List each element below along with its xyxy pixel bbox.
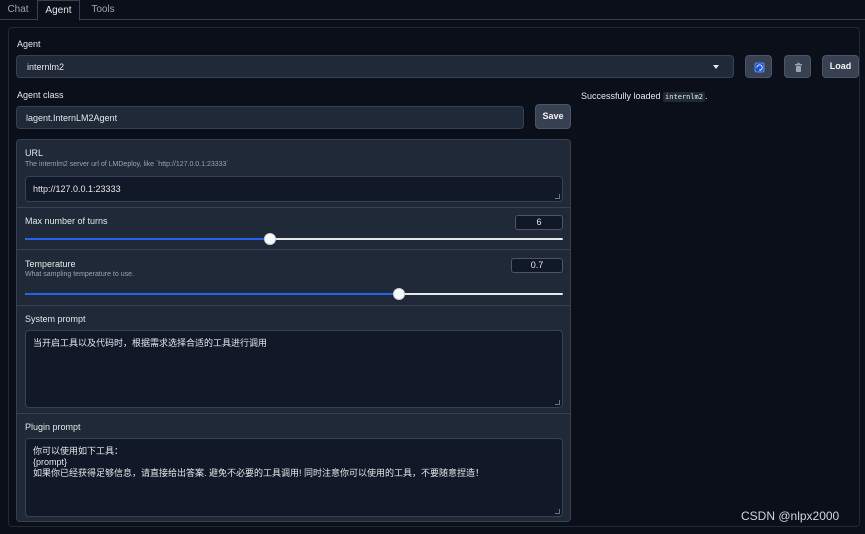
resize-handle-icon[interactable] xyxy=(555,400,560,405)
watermark: CSDN @nlpx2000 xyxy=(741,509,840,523)
max-turns-thumb[interactable] xyxy=(263,233,276,245)
agent-label: Agent xyxy=(17,39,41,49)
temperature-block: Temperature What sampling temperature to… xyxy=(17,250,570,306)
tab-bar: Chat Agent Tools xyxy=(0,0,865,21)
delete-button[interactable] xyxy=(784,55,811,78)
resize-handle-icon[interactable] xyxy=(555,509,560,514)
url-label: URL xyxy=(25,148,44,158)
tab-agent[interactable]: Agent xyxy=(37,0,80,21)
url-hint: The internlm2 server url of LMDeploy, li… xyxy=(25,161,229,168)
agent-class-label: Agent class xyxy=(17,90,64,100)
chevron-down-icon xyxy=(713,65,719,69)
status-message: Successfully loaded internlm2. xyxy=(581,91,708,102)
agent-class-value: lagent.InternLM2Agent xyxy=(26,113,118,123)
status-agent-name: internlm2 xyxy=(663,92,705,102)
status-text: Successfully loaded xyxy=(581,91,664,101)
max-turns-block: Max number of turns 6 xyxy=(17,208,570,250)
max-turns-label: Max number of turns xyxy=(25,216,108,226)
max-turns-fill xyxy=(25,238,270,240)
temperature-number[interactable]: 0.7 xyxy=(511,258,563,273)
system-prompt-input[interactable]: 当开启工具以及代码时，根据需求选择合适的工具进行调用 xyxy=(25,330,563,408)
tab-tools[interactable]: Tools xyxy=(84,0,122,20)
system-prompt-value: 当开启工具以及代码时，根据需求选择合适的工具进行调用 xyxy=(33,338,268,348)
resize-handle-icon[interactable] xyxy=(555,194,560,199)
temperature-fill xyxy=(25,293,400,295)
refresh-button[interactable] xyxy=(745,55,772,78)
refresh-icon xyxy=(754,62,765,73)
max-turns-slider[interactable] xyxy=(25,233,563,245)
temperature-slider[interactable] xyxy=(25,288,563,300)
max-turns-number[interactable]: 6 xyxy=(515,215,563,230)
agent-select[interactable]: internlm2 xyxy=(16,55,734,78)
system-prompt-block: System prompt 当开启工具以及代码时，根据需求选择合适的工具进行调用 xyxy=(17,306,570,414)
plugin-prompt-label: Plugin prompt xyxy=(25,422,81,432)
app-window: Chat Agent Tools Agent internlm2 Load Ag… xyxy=(0,0,865,534)
url-value: http://127.0.0.1:23333 xyxy=(33,184,121,194)
load-button[interactable]: Load xyxy=(822,55,859,78)
agent-class-input[interactable]: lagent.InternLM2Agent xyxy=(16,106,524,129)
temperature-label: Temperature xyxy=(25,259,76,269)
tab-chat[interactable]: Chat xyxy=(0,0,36,20)
system-prompt-label: System prompt xyxy=(25,314,86,324)
plugin-prompt-value: 你可以使用如下工具： {prompt} 如果你已经获得足够信息，请直接给出答案.… xyxy=(33,446,485,478)
agent-select-value: internlm2 xyxy=(27,62,65,72)
url-block: URL The internlm2 server url of LMDeploy… xyxy=(17,140,570,208)
plugin-prompt-block: Plugin prompt 你可以使用如下工具： {prompt} 如果你已经获… xyxy=(17,414,570,521)
url-input[interactable]: http://127.0.0.1:23333 xyxy=(25,176,563,202)
temperature-thumb[interactable] xyxy=(393,288,406,300)
temperature-hint: What sampling temperature to use. xyxy=(25,271,134,278)
trash-icon xyxy=(795,62,802,72)
plugin-prompt-input[interactable]: 你可以使用如下工具： {prompt} 如果你已经获得足够信息，请直接给出答案.… xyxy=(25,438,563,517)
status-suffix: . xyxy=(704,91,708,101)
save-button[interactable]: Save xyxy=(535,104,571,129)
agent-settings-box: URL The internlm2 server url of LMDeploy… xyxy=(16,139,571,522)
